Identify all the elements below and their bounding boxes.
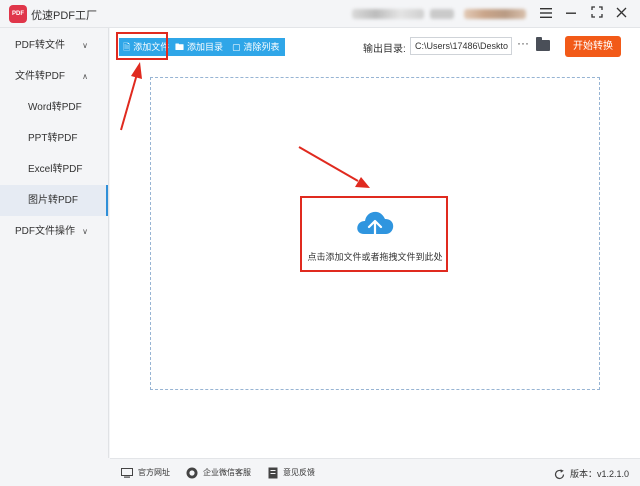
feedback-icon — [268, 467, 278, 479]
sidebar: PDF转文件 ∨ 文件转PDF ∧ Word转PDF PPT转PDF Excel… — [0, 28, 109, 458]
app-logo: PDF — [9, 5, 27, 23]
title-bar: PDF 优速PDF工厂 — [0, 0, 640, 28]
start-convert-button[interactable]: 开始转换 — [565, 36, 621, 57]
chat-icon — [186, 467, 198, 479]
sidebar-item-label: Word转PDF — [28, 102, 82, 113]
chevron-down-icon: ∨ — [82, 227, 88, 236]
sidebar-item-label: 图片转PDF — [28, 195, 78, 206]
trash-icon: ▢ — [232, 42, 241, 52]
open-folder-icon[interactable] — [536, 37, 550, 51]
output-dir-label: 输出目录: — [363, 44, 406, 55]
clear-list-button[interactable]: ▢ 清除列表 — [228, 38, 285, 56]
hamburger-icon[interactable] — [538, 6, 554, 22]
sidebar-item-ppt-to-pdf[interactable]: PPT转PDF — [0, 123, 108, 154]
refresh-icon — [554, 469, 565, 480]
wechat-support-link[interactable]: 企业微信客服 — [186, 467, 251, 479]
sidebar-item-label: Excel转PDF — [28, 164, 83, 175]
version-info[interactable]: 版本：v1.2.1.0 — [554, 467, 629, 480]
blurred-account-info — [352, 9, 424, 19]
sidebar-item-pdf-to-file[interactable]: PDF转文件 ∨ — [0, 30, 108, 61]
close-icon[interactable] — [613, 6, 629, 22]
annotation-box-drop-area — [300, 196, 448, 272]
annotation-box-add-file — [116, 32, 168, 60]
sidebar-item-file-to-pdf[interactable]: 文件转PDF ∧ — [0, 61, 108, 92]
add-folder-button[interactable]: 🖿 添加目录 — [171, 38, 229, 56]
folder-icon: 🖿 — [175, 42, 185, 52]
sidebar-item-label: PDF转文件 — [15, 40, 65, 51]
chevron-up-icon: ∧ — [82, 72, 88, 81]
sidebar-item-label: 文件转PDF — [15, 71, 65, 82]
app-title: 优速PDF工厂 — [31, 10, 97, 22]
footer-bar: 官方网址 企业微信客服 意见反馈 版本：v1.2.1.0 — [110, 458, 640, 486]
sidebar-item-pdf-operations[interactable]: PDF文件操作 ∨ — [0, 216, 108, 247]
sidebar-item-label: PDF文件操作 — [15, 226, 75, 237]
minimize-icon[interactable] — [563, 6, 579, 22]
feedback-link[interactable]: 意见反馈 — [268, 467, 315, 479]
sidebar-item-label: PPT转PDF — [28, 133, 78, 144]
chevron-down-icon: ∨ — [82, 41, 88, 50]
website-link[interactable]: 官方网址 — [121, 467, 170, 478]
sidebar-item-word-to-pdf[interactable]: Word转PDF — [0, 92, 108, 123]
monitor-icon — [121, 467, 133, 478]
sidebar-item-image-to-pdf[interactable]: 图片转PDF — [0, 185, 108, 216]
blurred-account-info-2 — [430, 9, 454, 19]
output-path-field[interactable]: C:\Users\17486\Deskto — [410, 37, 512, 55]
more-options-button[interactable]: ··· — [517, 36, 529, 50]
blurred-user-avatar — [464, 9, 526, 19]
sidebar-item-excel-to-pdf[interactable]: Excel转PDF — [0, 154, 108, 185]
maximize-icon[interactable] — [589, 6, 605, 22]
